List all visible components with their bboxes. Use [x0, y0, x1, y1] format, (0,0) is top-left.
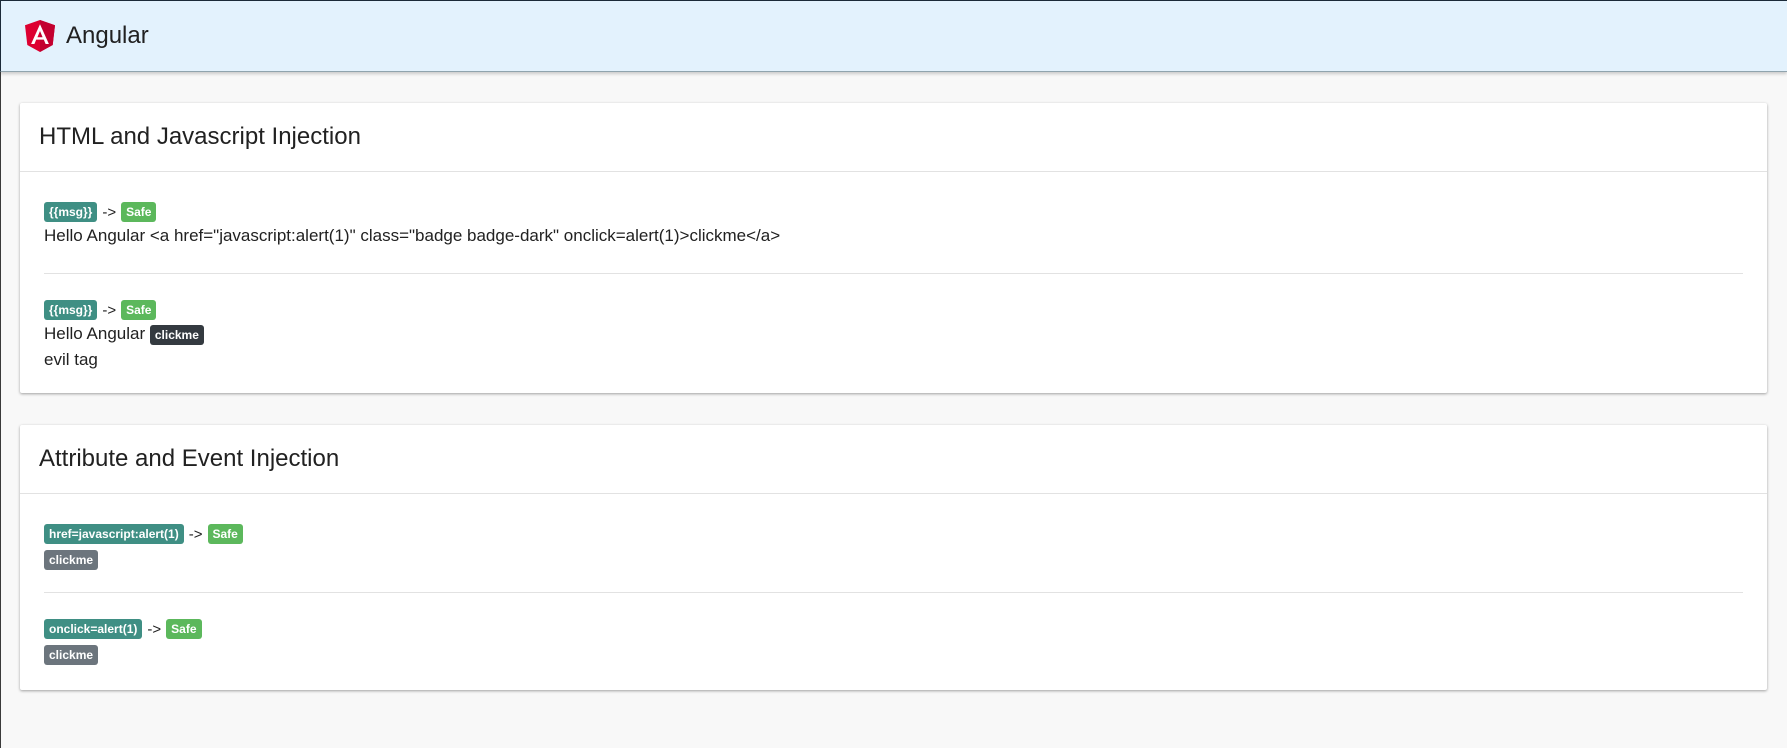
output-line: clickme	[44, 645, 1743, 665]
source-badge: {{msg}}	[44, 202, 98, 222]
safe-badge: Safe	[121, 202, 157, 222]
arrow-text: ->	[102, 301, 117, 319]
binding-row: {{msg}} -> Safe	[44, 201, 1743, 223]
safe-badge: Safe	[207, 524, 243, 544]
binding-row: onclick=alert(1) -> Safe	[44, 618, 1743, 640]
card-title: Attribute and Event Injection	[20, 425, 1767, 494]
angular-logo-icon	[25, 20, 55, 52]
arrow-text: ->	[188, 525, 203, 543]
binding-row: {{msg}} -> Safe	[44, 299, 1743, 321]
window-edge	[0, 0, 1, 748]
list-item: onclick=alert(1) -> Safe clickme	[44, 593, 1743, 685]
output-line: clickme	[44, 550, 1743, 570]
list-item: href=javascript:alert(1) -> Safe clickme	[44, 494, 1743, 592]
source-badge: href=javascript:alert(1)	[44, 524, 184, 544]
safe-badge: Safe	[121, 300, 157, 320]
clickme-link[interactable]: clickme	[149, 324, 204, 345]
card-body: {{msg}} -> Safe Hello Angular <a href="j…	[20, 172, 1767, 393]
arrow-text: ->	[102, 203, 117, 221]
output-text: Hello Angular <a href="javascript:alert(…	[44, 226, 781, 245]
clickme-link[interactable]: clickme	[44, 645, 99, 665]
binding-row: href=javascript:alert(1) -> Safe	[44, 523, 1743, 545]
attribute-injection-card: Attribute and Event Injection href=javas…	[20, 425, 1767, 690]
list-item: {{msg}} -> Safe Hello Angular <a href="j…	[44, 172, 1743, 273]
output-text: Hello Angular	[44, 324, 146, 343]
evil-tag-text: evil tag	[44, 350, 98, 369]
source-badge: onclick=alert(1)	[44, 619, 143, 639]
html-injection-card: HTML and Javascript Injection {{msg}} ->…	[20, 103, 1767, 393]
card-body: href=javascript:alert(1) -> Safe clickme…	[20, 494, 1767, 685]
arrow-text: ->	[147, 620, 162, 638]
clickme-link[interactable]: clickme	[44, 550, 99, 570]
list-item: {{msg}} -> Safe Hello Angular clickme ev…	[44, 274, 1743, 393]
app-toolbar: Angular	[0, 0, 1787, 72]
app-title: Angular	[66, 22, 149, 49]
source-badge: {{msg}}	[44, 300, 98, 320]
card-title: HTML and Javascript Injection	[20, 103, 1767, 172]
safe-badge: Safe	[166, 619, 202, 639]
output-line: Hello Angular clickme	[44, 321, 1743, 347]
